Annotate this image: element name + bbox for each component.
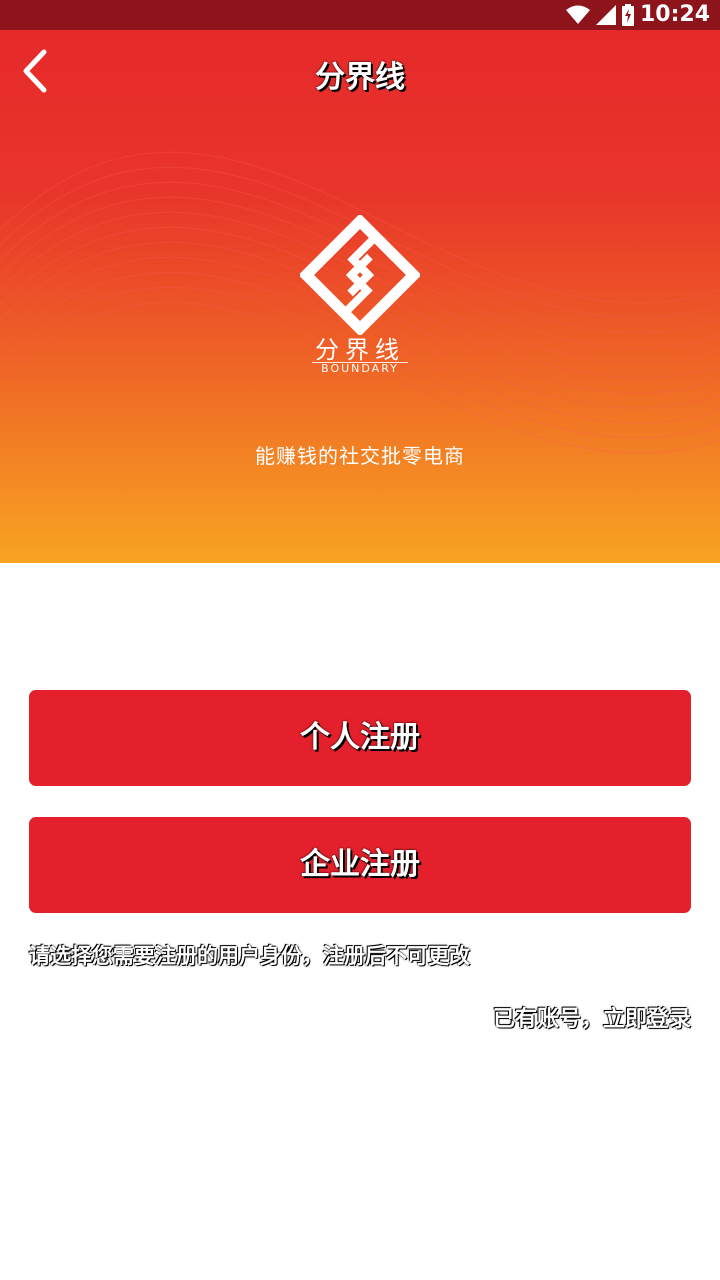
- status-bar: 10:24: [0, 0, 720, 30]
- status-icons: 10:24: [565, 2, 710, 27]
- identity-hint: 请选择您需要注册的用户身份，注册后不可更改: [29, 944, 470, 968]
- cellular-signal-icon: [595, 5, 616, 25]
- clock: 10:24: [639, 2, 710, 27]
- slogan: 能赚钱的社交批零电商: [255, 444, 465, 468]
- boundary-logo: [300, 215, 420, 335]
- battery-icon: [621, 4, 634, 26]
- page-title: 分界线: [315, 60, 405, 95]
- brand-english: BOUNDARY: [321, 362, 399, 375]
- wifi-icon: [565, 5, 590, 24]
- brand-name: 分界线: [315, 336, 405, 364]
- personal-register-button[interactable]: 个人注册: [29, 690, 691, 786]
- login-link[interactable]: 已有账号，立即登录: [493, 1001, 691, 1033]
- hero-banner: 分界线 分界线 BOUNDARY 能赚钱的社交批零电商: [0, 30, 720, 563]
- enterprise-register-button[interactable]: 企业注册: [29, 817, 691, 913]
